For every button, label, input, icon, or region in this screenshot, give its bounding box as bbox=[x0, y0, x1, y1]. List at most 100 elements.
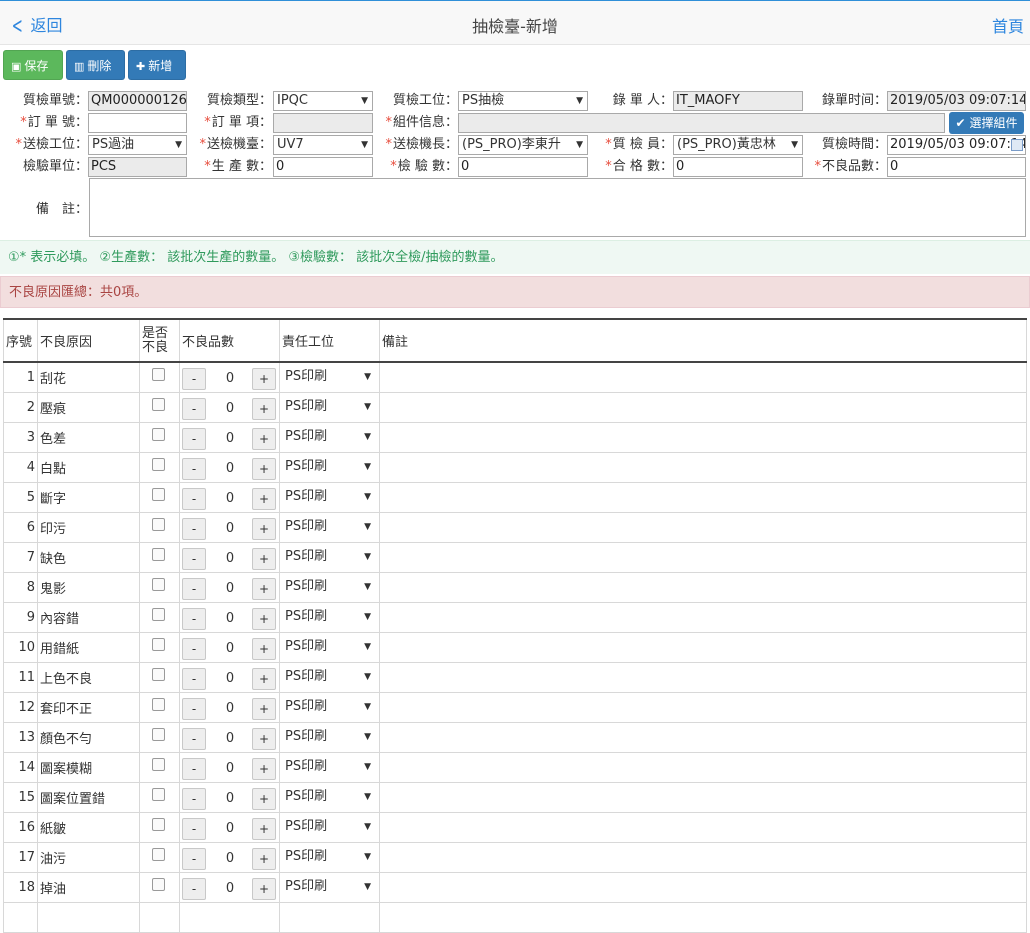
calendar-icon[interactable] bbox=[1011, 139, 1023, 151]
row-note-cell[interactable] bbox=[379, 511, 1027, 543]
increment-button[interactable]: + bbox=[252, 458, 276, 480]
is-bad-checkbox[interactable] bbox=[152, 787, 165, 801]
decrement-button[interactable]: - bbox=[182, 728, 206, 750]
is-bad-checkbox[interactable] bbox=[152, 457, 165, 471]
station-select[interactable]: PS印刷 ▼ bbox=[282, 695, 377, 719]
qty-value[interactable]: 0 bbox=[210, 518, 250, 540]
decrement-button[interactable]: - bbox=[182, 698, 206, 720]
station-select[interactable]: PS印刷 ▼ bbox=[282, 605, 377, 629]
row-note-cell[interactable] bbox=[379, 451, 1027, 483]
delete-button[interactable]: ▥ 刪除 bbox=[66, 50, 125, 80]
order-item-field[interactable] bbox=[273, 113, 373, 133]
increment-button[interactable]: + bbox=[252, 548, 276, 570]
decrement-button[interactable]: - bbox=[182, 818, 206, 840]
increment-button[interactable]: + bbox=[252, 518, 276, 540]
row-note-cell[interactable] bbox=[379, 391, 1027, 423]
station-select[interactable]: PS印刷 ▼ bbox=[282, 545, 377, 569]
record-time-field[interactable]: 2019/05/03 09:07:14 bbox=[887, 91, 1026, 111]
row-note-cell[interactable] bbox=[379, 571, 1027, 603]
increment-button[interactable]: + bbox=[252, 608, 276, 630]
increment-button[interactable]: + bbox=[252, 578, 276, 600]
is-bad-checkbox[interactable] bbox=[152, 697, 165, 711]
qty-value[interactable]: 0 bbox=[210, 368, 250, 390]
is-bad-checkbox[interactable] bbox=[152, 607, 165, 621]
increment-button[interactable]: + bbox=[252, 848, 276, 870]
station-select[interactable]: PS印刷 ▼ bbox=[282, 425, 377, 449]
inspect-qty-input[interactable]: 0 bbox=[458, 157, 588, 177]
row-note-cell[interactable] bbox=[379, 871, 1027, 903]
home-link[interactable]: 首頁 bbox=[992, 13, 1024, 37]
station-select[interactable]: PS印刷 ▼ bbox=[282, 635, 377, 659]
send-station-select[interactable]: PS過油 ▼ bbox=[88, 135, 187, 155]
row-note-cell[interactable] bbox=[379, 751, 1027, 783]
qty-value[interactable]: 0 bbox=[210, 548, 250, 570]
is-bad-checkbox[interactable] bbox=[152, 847, 165, 861]
decrement-button[interactable]: - bbox=[182, 398, 206, 420]
is-bad-checkbox[interactable] bbox=[152, 427, 165, 441]
increment-button[interactable]: + bbox=[252, 428, 276, 450]
decrement-button[interactable]: - bbox=[182, 428, 206, 450]
is-bad-checkbox[interactable] bbox=[152, 487, 165, 501]
station-select[interactable]: PS印刷 ▼ bbox=[282, 395, 377, 419]
decrement-button[interactable]: - bbox=[182, 608, 206, 630]
qty-value[interactable]: 0 bbox=[210, 578, 250, 600]
decrement-button[interactable]: - bbox=[182, 788, 206, 810]
increment-button[interactable]: + bbox=[252, 638, 276, 660]
decrement-button[interactable]: - bbox=[182, 668, 206, 690]
unit-field[interactable]: PCS bbox=[88, 157, 187, 177]
qty-value[interactable]: 0 bbox=[210, 608, 250, 630]
qty-value[interactable]: 0 bbox=[210, 428, 250, 450]
row-note-cell[interactable] bbox=[379, 841, 1027, 873]
qty-value[interactable]: 0 bbox=[210, 818, 250, 840]
row-note-cell[interactable] bbox=[379, 481, 1027, 513]
station-select[interactable]: PS印刷 ▼ bbox=[282, 845, 377, 869]
recorder-field[interactable]: IT_MAOFY bbox=[673, 91, 803, 111]
is-bad-checkbox[interactable] bbox=[152, 757, 165, 771]
defect-qty-input[interactable]: 0 bbox=[887, 157, 1026, 177]
component-field[interactable] bbox=[458, 113, 945, 133]
qc-time-input[interactable]: 2019/05/03 09:07:14 bbox=[887, 135, 1026, 155]
qty-value[interactable]: 0 bbox=[210, 668, 250, 690]
is-bad-checkbox[interactable] bbox=[152, 667, 165, 681]
decrement-button[interactable]: - bbox=[182, 578, 206, 600]
qty-value[interactable]: 0 bbox=[210, 698, 250, 720]
decrement-button[interactable]: - bbox=[182, 548, 206, 570]
row-note-cell[interactable] bbox=[379, 601, 1027, 633]
qty-value[interactable]: 0 bbox=[210, 758, 250, 780]
qty-value[interactable]: 0 bbox=[210, 848, 250, 870]
row-note-cell[interactable] bbox=[379, 721, 1027, 753]
decrement-button[interactable]: - bbox=[182, 518, 206, 540]
station-select[interactable]: PS印刷 ▼ bbox=[282, 485, 377, 509]
increment-button[interactable]: + bbox=[252, 398, 276, 420]
increment-button[interactable]: + bbox=[252, 878, 276, 900]
row-note-cell[interactable] bbox=[379, 421, 1027, 453]
increment-button[interactable]: + bbox=[252, 788, 276, 810]
qty-value[interactable]: 0 bbox=[210, 788, 250, 810]
qty-value[interactable]: 0 bbox=[210, 728, 250, 750]
station-select[interactable]: PS印刷 ▼ bbox=[282, 365, 377, 389]
station-select[interactable]: PS印刷 ▼ bbox=[282, 515, 377, 539]
row-note-cell[interactable] bbox=[379, 811, 1027, 843]
station-select[interactable]: PS印刷 ▼ bbox=[282, 725, 377, 749]
send-machine-select[interactable]: UV7 ▼ bbox=[273, 135, 373, 155]
qty-value[interactable]: 0 bbox=[210, 878, 250, 900]
is-bad-checkbox[interactable] bbox=[152, 637, 165, 651]
is-bad-checkbox[interactable] bbox=[152, 877, 165, 891]
qc-type-select[interactable]: IPQC ▼ bbox=[273, 91, 373, 111]
row-note-cell[interactable] bbox=[379, 361, 1027, 393]
qty-value[interactable]: 0 bbox=[210, 488, 250, 510]
qty-value[interactable]: 0 bbox=[210, 458, 250, 480]
add-button[interactable]: ✚ 新增 bbox=[128, 50, 186, 80]
increment-button[interactable]: + bbox=[252, 698, 276, 720]
is-bad-checkbox[interactable] bbox=[152, 547, 165, 561]
save-button[interactable]: ▣ 保存 bbox=[3, 50, 63, 80]
station-select[interactable]: PS印刷 ▼ bbox=[282, 785, 377, 809]
is-bad-checkbox[interactable] bbox=[152, 817, 165, 831]
row-note-cell[interactable] bbox=[379, 781, 1027, 813]
row-note-cell[interactable] bbox=[379, 661, 1027, 693]
increment-button[interactable]: + bbox=[252, 758, 276, 780]
inspector-select[interactable]: (PS_PRO)黃忠林 ▼ bbox=[673, 135, 803, 155]
choose-component-button[interactable]: ✔ 選擇組件 bbox=[949, 112, 1024, 134]
qty-value[interactable]: 0 bbox=[210, 638, 250, 660]
row-note-cell[interactable] bbox=[379, 541, 1027, 573]
